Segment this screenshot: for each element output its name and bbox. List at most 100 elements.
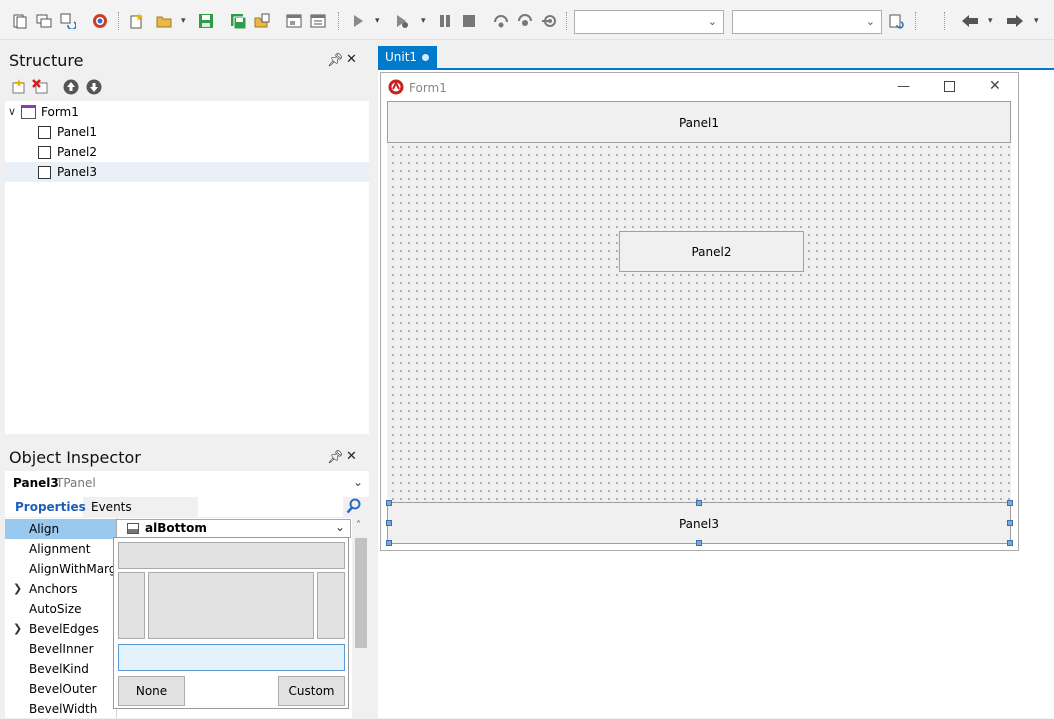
close-icon[interactable]: ✕ (346, 449, 357, 464)
panel-component-icon (38, 166, 51, 179)
selection-handle[interactable] (386, 540, 392, 546)
search-icon[interactable] (346, 498, 362, 517)
chevron-down-icon[interactable]: ⌄ (353, 475, 363, 489)
chevron-down-icon[interactable]: ∨ (8, 102, 16, 122)
move-up-icon[interactable] (63, 79, 79, 98)
property-name: Align (29, 522, 60, 536)
help-icon[interactable] (91, 12, 109, 30)
panel2[interactable]: Panel2 (619, 231, 804, 272)
new-component-icon[interactable] (11, 79, 27, 98)
align-picker-popup: None Custom (113, 537, 349, 709)
reopen-icon[interactable] (59, 12, 77, 30)
new-items-icon[interactable] (11, 12, 29, 30)
property-bevelouter[interactable]: BevelOuter (5, 679, 116, 699)
property-bevelinner[interactable]: BevelInner (5, 639, 116, 659)
run-icon[interactable] (349, 12, 367, 30)
run-dropdown-arrow[interactable]: ▾ (375, 16, 380, 26)
new-file-icon[interactable] (127, 12, 145, 30)
align-top-option[interactable] (118, 542, 345, 569)
forward-icon[interactable] (1006, 12, 1024, 30)
back-icon[interactable] (961, 12, 979, 30)
property-bevelkind[interactable]: BevelKind (5, 659, 116, 679)
pause-icon[interactable] (436, 12, 454, 30)
toolbar-separator (566, 12, 567, 30)
property-search-input[interactable] (198, 497, 343, 517)
property-grid-scrollbar[interactable]: ˄ (353, 518, 369, 718)
tab-properties[interactable]: Properties (5, 497, 86, 517)
chevron-right-icon[interactable]: ❯ (13, 619, 22, 639)
pin-icon[interactable]: 📌︎ (327, 450, 344, 465)
modified-dot-icon (422, 54, 429, 61)
tree-node-panel1[interactable]: Panel1 (5, 122, 369, 142)
move-down-icon[interactable] (86, 79, 102, 98)
selection-handle[interactable] (1007, 520, 1013, 526)
run-to-cursor-icon[interactable] (540, 12, 558, 30)
form-caption: Form1 (409, 81, 447, 95)
debug-dropdown-arrow[interactable]: ▾ (421, 16, 426, 26)
pin-icon[interactable]: 📌︎ (327, 53, 344, 68)
tree-node-panel3[interactable]: Panel3 (5, 162, 369, 182)
close-icon[interactable]: ✕ (989, 78, 1001, 94)
form-client-area[interactable] (387, 101, 1011, 544)
align-right-option[interactable] (317, 572, 345, 639)
align-bottom-option[interactable] (118, 644, 345, 671)
open-project-icon[interactable] (35, 12, 53, 30)
panel-caption: Panel3 (678, 517, 719, 531)
align-left-option[interactable] (118, 572, 145, 639)
selection-handle[interactable] (1007, 500, 1013, 506)
toggle-form-icon[interactable] (285, 12, 303, 30)
open-dropdown-arrow[interactable]: ▾ (181, 16, 186, 26)
property-anchors[interactable]: ❯ Anchors (5, 579, 116, 599)
align-value-combo[interactable]: alBottom ⌄ (116, 519, 351, 538)
trace-into-icon[interactable] (516, 12, 534, 30)
panel1[interactable]: Panel1 (387, 101, 1011, 143)
build-config-combo[interactable]: ⌄ (574, 10, 724, 34)
delete-icon[interactable] (32, 79, 48, 98)
save-icon[interactable] (197, 12, 215, 30)
inspector-tabs: Properties Events (5, 497, 369, 517)
target-platform-combo[interactable]: ⌄ (732, 10, 882, 34)
property-alignwithmargins[interactable]: AlignWithMargins (5, 559, 116, 579)
selection-handle[interactable] (386, 520, 392, 526)
chevron-right-icon[interactable]: ❯ (13, 579, 22, 599)
property-alignment[interactable]: Alignment (5, 539, 116, 559)
refresh-icon[interactable] (887, 12, 905, 30)
step-over-icon[interactable] (492, 12, 510, 30)
align-client-option[interactable] (148, 572, 314, 639)
tree-node-form1[interactable]: ∨ Form1 (5, 102, 369, 122)
selection-handle[interactable] (1007, 540, 1013, 546)
component-selector[interactable]: Panel3 TPanel ⌄ (5, 471, 369, 497)
close-icon[interactable]: ✕ (346, 52, 357, 67)
maximize-icon[interactable] (944, 81, 955, 92)
custom-button[interactable]: Custom (278, 676, 345, 706)
tree-node-panel2[interactable]: Panel2 (5, 142, 369, 162)
property-name: Alignment (29, 542, 91, 556)
tab-unit1[interactable]: Unit1 (378, 46, 437, 68)
chevron-down-icon[interactable]: ⌄ (335, 520, 345, 534)
scrollbar-thumb[interactable] (355, 538, 367, 648)
selection-handle[interactable] (696, 500, 702, 506)
forward-dropdown-arrow[interactable]: ▾ (1034, 16, 1039, 26)
view-form-icon[interactable] (309, 12, 327, 30)
property-beveledges[interactable]: ❯ BevelEdges (5, 619, 116, 639)
minimize-icon[interactable]: — (897, 79, 910, 94)
tab-events[interactable]: Events (83, 497, 145, 517)
panel-caption: Panel2 (691, 245, 732, 259)
stop-icon[interactable] (460, 12, 478, 30)
property-autosize[interactable]: AutoSize (5, 599, 116, 619)
selection-handle[interactable] (386, 500, 392, 506)
open-folder-icon[interactable] (155, 12, 173, 30)
none-button[interactable]: None (118, 676, 185, 706)
panel3[interactable]: Panel3 (387, 502, 1011, 544)
open-file-icon[interactable] (253, 12, 271, 30)
toolbar-separator (915, 12, 916, 30)
run-without-debug-icon[interactable] (393, 12, 411, 30)
align-bottom-icon (127, 523, 139, 537)
selection-handle[interactable] (696, 540, 702, 546)
scroll-up-icon[interactable]: ˄ (356, 520, 361, 531)
property-align[interactable]: Align (5, 519, 116, 539)
save-all-icon[interactable] (229, 12, 247, 30)
back-dropdown-arrow[interactable]: ▾ (988, 16, 993, 26)
tree-node-label: Form1 (41, 105, 79, 119)
property-bevelwidth[interactable]: BevelWidth (5, 699, 116, 719)
